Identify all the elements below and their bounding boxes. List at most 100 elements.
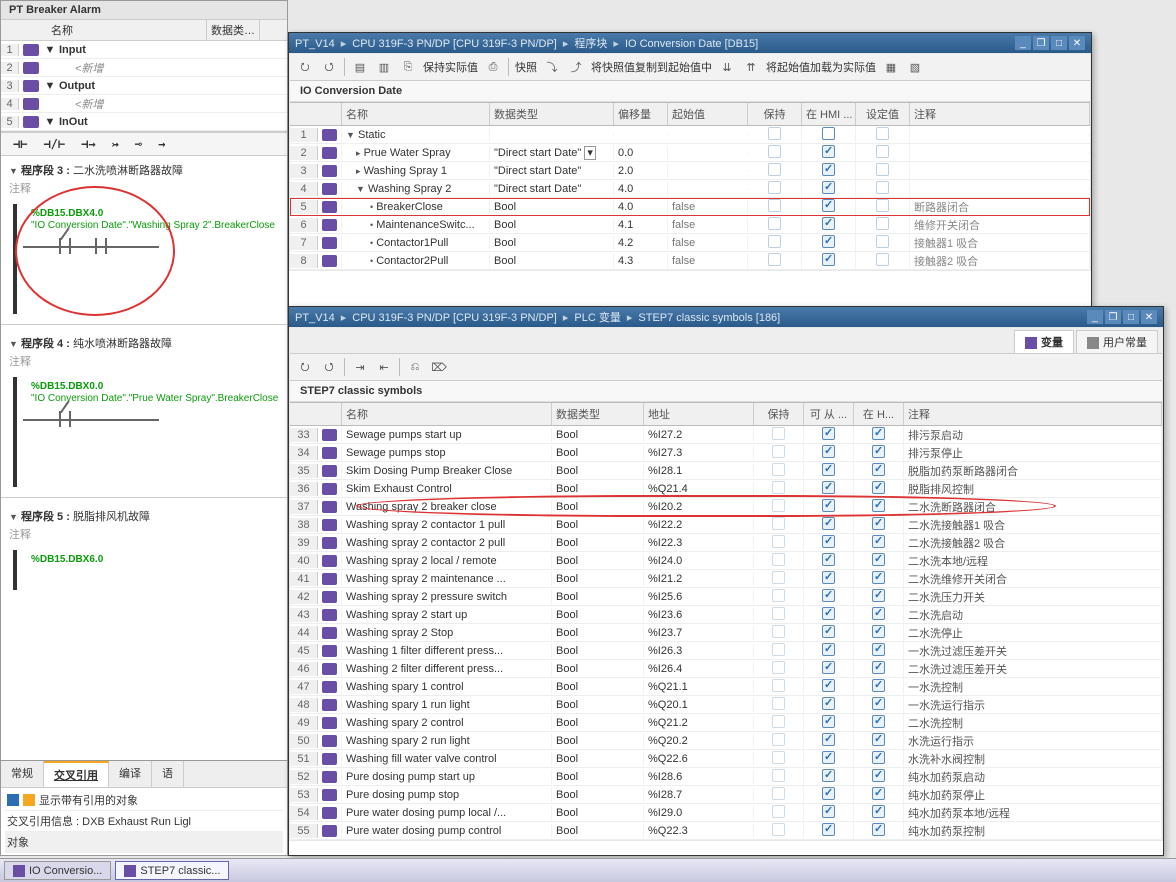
checkbox[interactable] [872, 625, 885, 638]
tool-icon[interactable]: ⎌ [406, 358, 424, 376]
tag-row[interactable]: 44Washing spray 2 StopBool%I23.7二水洗停止 [290, 624, 1162, 642]
column-header[interactable]: 名称 [342, 403, 552, 425]
tag-row[interactable]: 41Washing spray 2 maintenance ...Bool%I2… [290, 570, 1162, 588]
ladder-tool-button[interactable]: ⊸ [131, 137, 146, 151]
db-row[interactable]: 5• BreakerCloseBool4.0false断路器闭合 [290, 198, 1090, 216]
tool-icon[interactable]: ▥ [375, 58, 393, 76]
tag-row[interactable]: 37Washing spray 2 breaker closeBool%I20.… [290, 498, 1162, 516]
checkbox[interactable] [768, 253, 781, 266]
interface-row[interactable]: 3▼Output [1, 77, 287, 95]
checkbox[interactable] [822, 445, 835, 458]
column-header[interactable]: 数据类型 [552, 403, 644, 425]
maximize-button[interactable]: □ [1123, 310, 1139, 324]
tag-row[interactable]: 48Washing spary 1 run lightBool%Q20.1一水洗… [290, 696, 1162, 714]
tag-row[interactable]: 36Skim Exhaust ControlBool%Q21.4脱脂排风控制 [290, 480, 1162, 498]
db-row[interactable]: 4▼ Washing Spray 2"Direct start Date"4.0 [290, 180, 1090, 198]
checkbox[interactable] [768, 163, 781, 176]
checkbox[interactable] [872, 499, 885, 512]
checkbox[interactable] [772, 589, 785, 602]
tag-row[interactable]: 39Washing spray 2 contactor 2 pullBool%I… [290, 534, 1162, 552]
db-row[interactable]: 3▸ Washing Spray 1"Direct start Date"2.0 [290, 162, 1090, 180]
checkbox[interactable] [872, 751, 885, 764]
interface-row[interactable]: 1▼Input [1, 41, 287, 59]
copy-snapshot-button[interactable]: 将快照值复制到起始值中 [591, 59, 712, 75]
checkbox[interactable] [768, 181, 781, 194]
checkbox[interactable] [772, 535, 785, 548]
tool-icon[interactable]: ⇈ [742, 58, 760, 76]
maximize-button[interactable]: □ [1051, 36, 1067, 50]
nc-contact-icon[interactable] [59, 238, 71, 254]
tag-row[interactable]: 53Pure dosing pump stopBool%I28.7纯水加药泵停止 [290, 786, 1162, 804]
checkbox[interactable] [822, 235, 835, 248]
checkbox[interactable] [822, 427, 835, 440]
import-icon[interactable]: ⇥ [351, 358, 369, 376]
checkbox[interactable] [872, 697, 885, 710]
tab-user-constants[interactable]: 用户常量 [1076, 330, 1158, 353]
checkbox[interactable] [872, 769, 885, 782]
ladder-rung[interactable] [23, 409, 279, 429]
checkbox[interactable] [772, 715, 785, 728]
checkbox[interactable] [822, 715, 835, 728]
checkbox[interactable] [772, 697, 785, 710]
export-icon[interactable]: ⇤ [375, 358, 393, 376]
column-header[interactable]: 设定值 [856, 103, 910, 125]
ladder-rung[interactable] [23, 236, 279, 256]
checkbox[interactable] [822, 823, 835, 836]
checkbox[interactable] [822, 199, 835, 212]
tool-icon[interactable]: ▤ [351, 58, 369, 76]
checkbox[interactable] [872, 481, 885, 494]
checkbox[interactable] [876, 181, 889, 194]
checkbox[interactable] [872, 787, 885, 800]
tag-row[interactable]: 47Washing spary 1 controlBool%Q21.1一水洗控制 [290, 678, 1162, 696]
info-tab[interactable]: 语 [152, 761, 184, 787]
close-button[interactable]: ✕ [1141, 310, 1157, 324]
xref-header[interactable]: 对象 [5, 832, 283, 853]
checkbox[interactable] [876, 217, 889, 230]
checkbox[interactable] [822, 805, 835, 818]
column-header[interactable]: 地址 [644, 403, 754, 425]
keep-actual-button[interactable]: 保持实际值 [423, 59, 478, 75]
restore-button[interactable]: ❐ [1033, 36, 1049, 50]
tag-row[interactable]: 40Washing spray 2 local / remoteBool%I24… [290, 552, 1162, 570]
checkbox[interactable] [822, 517, 835, 530]
db-row[interactable]: 6• MaintenanceSwitc...Bool4.1false维修开关闭合 [290, 216, 1090, 234]
checkbox[interactable] [822, 751, 835, 764]
checkbox[interactable] [822, 217, 835, 230]
tag-row[interactable]: 46Washing 2 filter different press...Boo… [290, 660, 1162, 678]
checkbox[interactable] [872, 643, 885, 656]
checkbox[interactable] [822, 589, 835, 602]
checkbox[interactable] [822, 769, 835, 782]
checkbox[interactable] [772, 607, 785, 620]
window-titlebar[interactable]: PT_V14▸CPU 319F-3 PN/DP [CPU 319F-3 PN/D… [289, 307, 1163, 327]
checkbox[interactable] [872, 445, 885, 458]
checkbox[interactable] [772, 517, 785, 530]
minimize-button[interactable]: _ [1087, 310, 1103, 324]
minimize-button[interactable]: _ [1015, 36, 1031, 50]
checkbox[interactable] [822, 625, 835, 638]
checkbox[interactable] [872, 535, 885, 548]
column-header[interactable]: 偏移量 [614, 103, 668, 125]
checkbox[interactable] [876, 199, 889, 212]
tab-tags[interactable]: 变量 [1014, 330, 1074, 353]
tool-icon[interactable]: ⎘ [399, 58, 417, 76]
interface-row[interactable]: 4<新增 [1, 95, 287, 113]
window-titlebar[interactable]: PT_V14▸CPU 319F-3 PN/DP [CPU 319F-3 PN/D… [289, 33, 1091, 53]
checkbox[interactable] [768, 235, 781, 248]
column-header[interactable]: 注释 [904, 403, 1162, 425]
tool-icon[interactable]: ▧ [906, 58, 924, 76]
checkbox[interactable] [772, 823, 785, 836]
load-start-button[interactable]: 将起始值加载为实际值 [766, 59, 876, 75]
info-tab[interactable]: 交叉引用 [44, 761, 109, 787]
checkbox[interactable] [872, 805, 885, 818]
checkbox[interactable] [822, 571, 835, 584]
tag-row[interactable]: 45Washing 1 filter different press...Boo… [290, 642, 1162, 660]
checkbox[interactable] [772, 625, 785, 638]
tool-icon[interactable]: ⤵ [543, 58, 561, 76]
tag-row[interactable]: 54Pure water dosing pump local /...Bool%… [290, 804, 1162, 822]
tool-icon[interactable]: ⤴ [567, 58, 585, 76]
checkbox[interactable] [872, 589, 885, 602]
checkbox[interactable] [772, 571, 785, 584]
checkbox[interactable] [872, 463, 885, 476]
checkbox[interactable] [822, 535, 835, 548]
column-header[interactable]: 数据类型 [490, 103, 614, 125]
